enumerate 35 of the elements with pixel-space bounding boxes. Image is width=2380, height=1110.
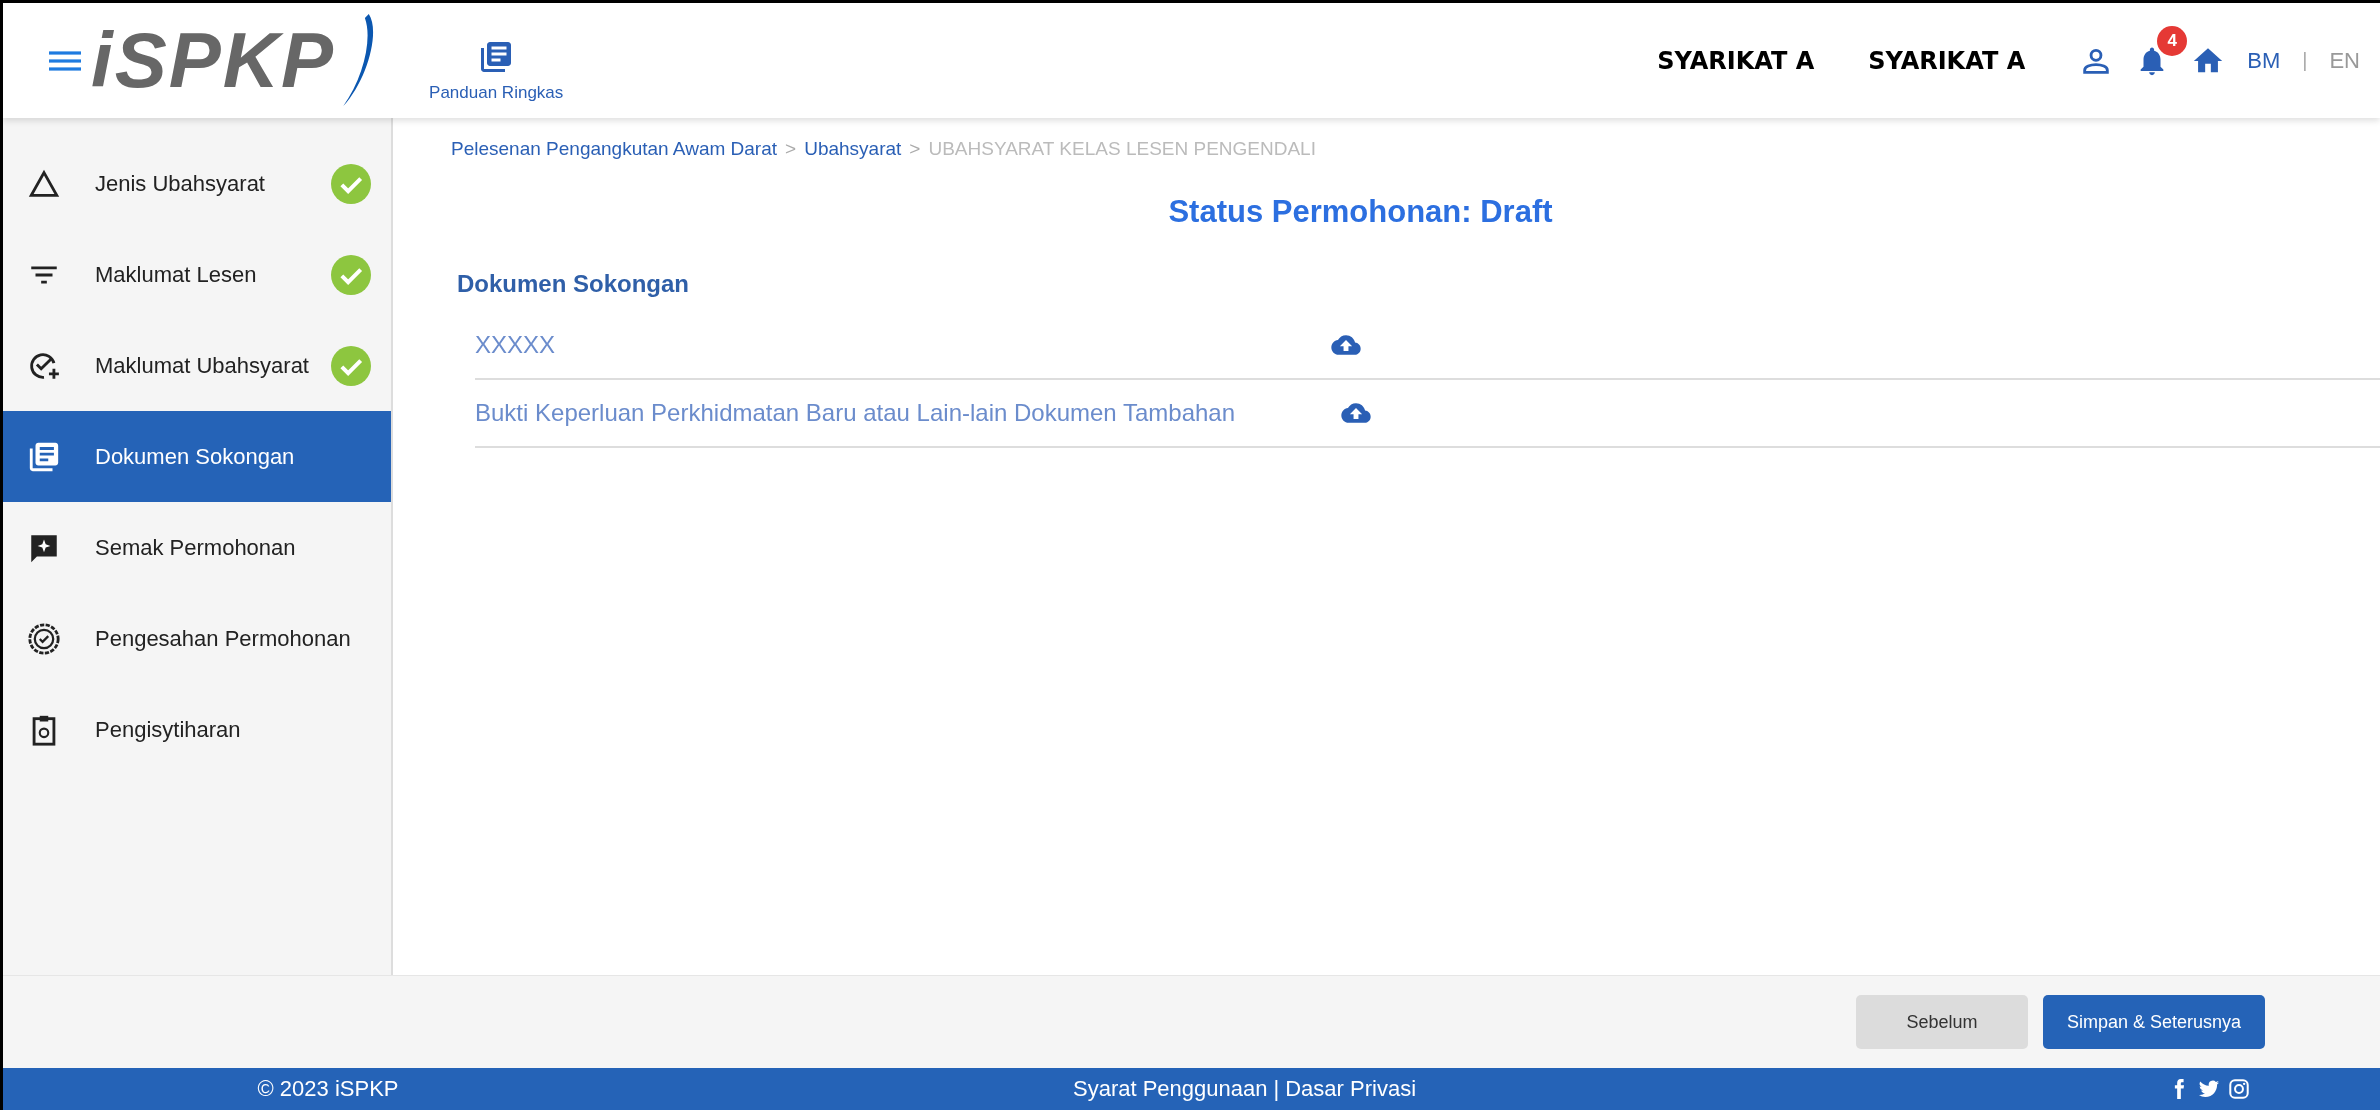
separator: | bbox=[1273, 1076, 1280, 1102]
sidebar-item[interactable]: Maklumat Lesen bbox=[3, 229, 391, 320]
twitter-icon[interactable] bbox=[2198, 1078, 2220, 1100]
sidebar-item[interactable]: Jenis Ubahsyarat bbox=[3, 138, 391, 229]
separator: | bbox=[2302, 49, 2308, 72]
upload-icon[interactable] bbox=[1341, 402, 1371, 424]
company-name: SYARIKAT A bbox=[1657, 46, 1815, 75]
breadcrumb-link[interactable]: Ubahsyarat bbox=[804, 138, 902, 160]
footer-link[interactable]: Dasar Privasi bbox=[1285, 1076, 1417, 1102]
previous-button[interactable]: Sebelum bbox=[1856, 995, 2028, 1049]
instagram-icon[interactable] bbox=[2228, 1078, 2250, 1100]
logo[interactable]: iSPKP bbox=[91, 15, 336, 106]
sidebar-item[interactable]: Dokumen Sokongan bbox=[3, 411, 391, 502]
sidebar-item[interactable]: Maklumat Ubahsyarat bbox=[3, 320, 391, 411]
sidebar-item[interactable]: Pengisytiharan bbox=[3, 684, 391, 775]
status-title: Status Permohonan: Draft bbox=[1167, 194, 1554, 230]
breadcrumb-separator: > bbox=[909, 138, 921, 160]
document-name: XXXXX bbox=[475, 331, 557, 359]
notification-badge: 4 bbox=[2157, 25, 2188, 56]
sidebar-item[interactable]: Pengesahan Permohonan bbox=[3, 593, 391, 684]
breadcrumb-current-page: UBAHSYARAT KELAS LESEN PENGENDALI bbox=[928, 138, 1316, 160]
badge-check-icon bbox=[27, 621, 61, 656]
document-name: Bukti Keperluan Perkhidmatan Baru atau Lain-lain Dokumen Tambahan bbox=[475, 399, 1237, 427]
guide-button[interactable]: Panduan Ringkas bbox=[429, 38, 564, 103]
section-title: Dokumen Sokongan bbox=[457, 270, 691, 298]
breadcrumb-separator: > bbox=[785, 138, 797, 160]
breadcrumb-link[interactable]: Pelesenan Pengangkutan Awam Darat bbox=[451, 138, 778, 160]
upload-icon[interactable] bbox=[1331, 334, 1361, 356]
menu-icon[interactable] bbox=[49, 48, 81, 73]
copyright-text: © 2023 iSPKP bbox=[256, 1076, 400, 1102]
footer-link[interactable]: Syarat Penggunaan bbox=[1073, 1076, 1268, 1102]
language-link[interactable]: BM bbox=[2247, 47, 2281, 74]
sidebar-item[interactable]: Semak Permohonan bbox=[3, 502, 391, 593]
save-next-button[interactable]: Simpan & Seterusnya bbox=[2043, 995, 2265, 1049]
company-name: SYARIKAT A bbox=[1868, 46, 2026, 75]
